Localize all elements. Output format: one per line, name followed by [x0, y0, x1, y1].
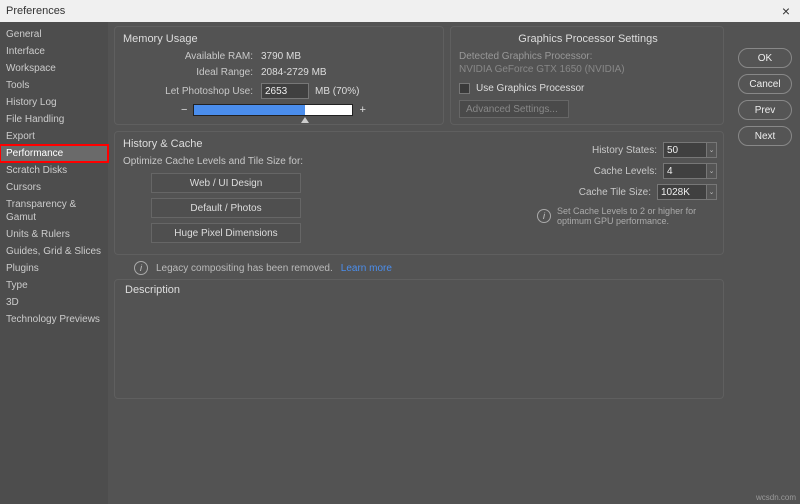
minus-icon[interactable]: − [181, 104, 187, 116]
huge-pixel-dimensions-button[interactable]: Huge Pixel Dimensions [151, 223, 301, 243]
window-title: Preferences [6, 5, 65, 17]
let-photoshop-use-label: Let Photoshop Use: [121, 86, 261, 97]
memory-input[interactable] [261, 83, 309, 99]
sidebar-item-export[interactable]: Export [0, 128, 108, 145]
titlebar: Preferences × [0, 0, 800, 22]
use-gpu-checkbox[interactable] [459, 83, 470, 94]
sidebar-item-performance[interactable]: Performance [0, 145, 108, 162]
sidebar-item-file-handling[interactable]: File Handling [0, 111, 108, 128]
optimize-label: Optimize Cache Levels and Tile Size for: [123, 156, 451, 167]
ideal-range-value: 2084-2729 MB [261, 67, 327, 78]
close-icon[interactable]: × [778, 3, 794, 19]
legacy-compositing-text: Legacy compositing has been removed. [156, 263, 333, 274]
memory-usage-panel: Memory Usage Available RAM:3790 MB Ideal… [114, 26, 444, 125]
gpu-title: Graphics Processor Settings [459, 33, 717, 45]
sidebar-item-technology-previews[interactable]: Technology Previews [0, 311, 108, 328]
detected-gpu-label: Detected Graphics Processor: [459, 51, 717, 62]
memory-slider[interactable] [193, 104, 353, 116]
chevron-down-icon[interactable]: ⌄ [707, 142, 717, 158]
chevron-down-icon[interactable]: ⌄ [707, 184, 717, 200]
memory-usage-title: Memory Usage [123, 33, 437, 45]
chevron-down-icon[interactable]: ⌄ [707, 163, 717, 179]
sidebar-item-general[interactable]: General [0, 26, 108, 43]
sidebar-item-plugins[interactable]: Plugins [0, 260, 108, 277]
detected-gpu-value: NVIDIA GeForce GTX 1650 (NVIDIA) [459, 64, 717, 75]
sidebar-item-units-rulers[interactable]: Units & Rulers [0, 226, 108, 243]
sidebar-item-transparency-gamut[interactable]: Transparency & Gamut [0, 196, 108, 226]
next-button[interactable]: Next [738, 126, 792, 146]
description-title: Description [125, 284, 715, 296]
info-icon: i [134, 261, 148, 275]
sidebar-item-tools[interactable]: Tools [0, 77, 108, 94]
available-ram-value: 3790 MB [261, 51, 301, 62]
ok-button[interactable]: OK [738, 48, 792, 68]
description-panel: Description [114, 279, 724, 399]
memory-unit: MB (70%) [315, 86, 359, 97]
prev-button[interactable]: Prev [738, 100, 792, 120]
available-ram-label: Available RAM: [121, 51, 261, 62]
history-cache-panel: History & Cache Optimize Cache Levels an… [114, 131, 724, 255]
sidebar-item-history-log[interactable]: History Log [0, 94, 108, 111]
history-states-label: History States: [592, 145, 657, 156]
cache-levels-label: Cache Levels: [594, 166, 657, 177]
slider-handle-icon[interactable] [301, 117, 309, 123]
cache-tile-size-label: Cache Tile Size: [579, 187, 651, 198]
watermark: wcsdn.com [756, 493, 796, 502]
use-gpu-label: Use Graphics Processor [476, 83, 584, 94]
sidebar-item-cursors[interactable]: Cursors [0, 179, 108, 196]
history-cache-title: History & Cache [123, 138, 451, 150]
cache-tile-size-input[interactable]: 1028K [657, 184, 707, 200]
sidebar-item-3d[interactable]: 3D [0, 294, 108, 311]
ideal-range-label: Ideal Range: [121, 67, 261, 78]
cache-hint: Set Cache Levels to 2 or higher for opti… [557, 206, 717, 226]
info-icon: i [537, 209, 551, 223]
learn-more-link[interactable]: Learn more [341, 263, 392, 274]
sidebar: General Interface Workspace Tools Histor… [0, 22, 108, 504]
advanced-settings-button[interactable]: Advanced Settings... [459, 100, 569, 118]
graphics-processor-panel: Graphics Processor Settings Detected Gra… [450, 26, 724, 125]
sidebar-item-scratch-disks[interactable]: Scratch Disks [0, 162, 108, 179]
web-ui-design-button[interactable]: Web / UI Design [151, 173, 301, 193]
sidebar-item-interface[interactable]: Interface [0, 43, 108, 60]
sidebar-item-workspace[interactable]: Workspace [0, 60, 108, 77]
default-photos-button[interactable]: Default / Photos [151, 198, 301, 218]
sidebar-item-type[interactable]: Type [0, 277, 108, 294]
sidebar-item-guides-grid-slices[interactable]: Guides, Grid & Slices [0, 243, 108, 260]
plus-icon[interactable]: + [359, 104, 365, 116]
cache-levels-input[interactable]: 4 [663, 163, 707, 179]
history-states-input[interactable]: 50 [663, 142, 707, 158]
cancel-button[interactable]: Cancel [738, 74, 792, 94]
